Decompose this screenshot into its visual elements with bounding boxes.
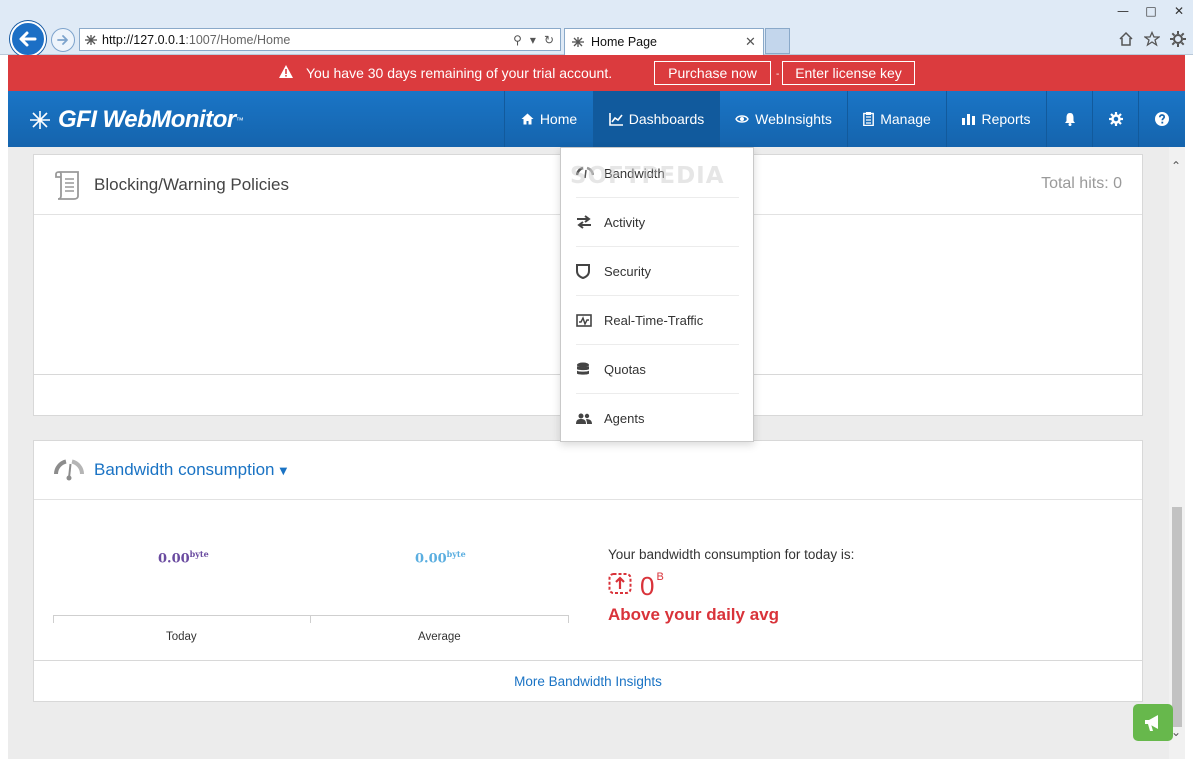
trial-banner: You have 30 days remaining of your trial… [8, 55, 1185, 91]
menu-item-activity[interactable]: Activity [576, 198, 739, 247]
total-hits: Total hits: 0 [1041, 175, 1122, 192]
caret-down-icon[interactable]: ▼ [280, 466, 288, 477]
arrow-right-icon [57, 35, 68, 45]
chart-tick [53, 615, 54, 623]
gauge-icon [54, 459, 84, 481]
nav-reports[interactable]: Reports [946, 91, 1046, 147]
database-icon [576, 362, 598, 377]
dashboards-dropdown-menu: Bandwidth Activity Security Real-Time-Tr… [560, 147, 754, 442]
favorites-star-icon[interactable] [1143, 30, 1161, 48]
enter-license-key-button[interactable]: Enter license key [782, 61, 915, 85]
chart-baseline [53, 615, 569, 616]
menu-item-security[interactable]: Security [576, 247, 739, 296]
bell-icon [1064, 113, 1075, 126]
nav-manage[interactable]: Manage [847, 91, 946, 147]
window-controls: — □ ✕ [1109, 0, 1193, 22]
eye-icon [735, 115, 749, 123]
back-button[interactable] [10, 21, 46, 57]
warning-icon [278, 64, 294, 82]
pulse-chart-icon [576, 313, 598, 327]
panel-header: Bandwidth consumption ▼ [34, 441, 1142, 500]
bandwidth-panel: Bandwidth consumption ▼ 0.00byte 0.00byt… [33, 440, 1143, 702]
browser-chrome: — □ ✕ http://127.0.0.1:1007/Home/Home ⚲ … [0, 0, 1193, 57]
feedback-button[interactable] [1133, 704, 1173, 741]
vertical-scrollbar[interactable]: ⌃ ⌄ [1169, 147, 1185, 759]
average-value: 0.00byte [415, 549, 466, 567]
softpedia-watermark: SOFTPEDIA [570, 163, 725, 189]
megaphone-icon [1145, 714, 1158, 731]
tab-favicon-icon [572, 37, 584, 47]
search-icon[interactable]: ⚲ [513, 33, 522, 47]
url-text[interactable]: http://127.0.0.1:1007/Home/Home [102, 33, 513, 47]
main-nav: Home Dashboards WebInsights Manage Repor… [504, 91, 1184, 147]
bandwidth-today-text: Your bandwidth consumption for today is: [608, 547, 855, 562]
dropdown-arrow-icon[interactable]: ▾ [530, 33, 536, 47]
today-label: Today [166, 631, 197, 643]
menu-item-real-time-traffic[interactable]: Real-Time-Traffic [576, 296, 739, 345]
scroll-up-icon[interactable]: ⌃ [1171, 159, 1181, 173]
shield-icon [576, 263, 598, 279]
gfi-webmonitor-logo[interactable]: GFI WebMonitor ™ [28, 106, 244, 134]
menu-item-agents[interactable]: Agents [576, 394, 739, 443]
close-icon[interactable]: ✕ [1165, 0, 1193, 22]
gear-icon [1108, 112, 1123, 126]
home-icon [521, 113, 534, 125]
trial-separator: - [776, 69, 780, 80]
refresh-icon[interactable]: ↻ [544, 33, 554, 47]
average-label: Average [418, 631, 461, 643]
bandwidth-link-text[interactable]: More Bandwidth Insights [514, 674, 662, 689]
tab-close-icon[interactable]: ✕ [745, 34, 763, 50]
app-header: GFI WebMonitor ™ Home Dashboards WebInsi… [8, 91, 1185, 147]
upload-arrow-icon [608, 573, 632, 594]
bandwidth-title[interactable]: Bandwidth consumption [94, 460, 275, 480]
scroll-document-icon [55, 170, 79, 200]
help-icon [1154, 112, 1169, 126]
clipboard-icon [863, 112, 875, 126]
nav-home[interactable]: Home [504, 91, 593, 147]
address-bar[interactable]: http://127.0.0.1:1007/Home/Home ⚲ ▾ ↻ [79, 28, 561, 51]
chart-tick [568, 615, 569, 623]
site-favicon-icon [80, 34, 102, 46]
today-value: 0.00byte [158, 549, 209, 567]
users-icon [576, 413, 598, 425]
nav-help[interactable] [1138, 91, 1184, 147]
tab-title: Home Page [591, 35, 658, 49]
bar-chart-icon [962, 114, 976, 125]
chart-tick [310, 615, 311, 623]
browser-tab[interactable]: Home Page ✕ [564, 28, 764, 55]
nav-webinsights[interactable]: WebInsights [719, 91, 847, 147]
trial-message: You have 30 days remaining of your trial… [306, 65, 613, 81]
arrow-left-icon [19, 31, 37, 47]
bandwidth-consumption-value: 0 B [608, 571, 664, 602]
nav-notifications[interactable] [1046, 91, 1092, 147]
home-icon[interactable] [1117, 30, 1135, 48]
settings-gear-icon[interactable] [1169, 30, 1187, 48]
new-tab-button[interactable] [765, 28, 790, 54]
arrows-exchange-icon [576, 215, 598, 229]
purchase-now-button[interactable]: Purchase now [654, 61, 771, 85]
scrollbar-thumb[interactable] [1172, 507, 1182, 727]
more-bandwidth-insights-link[interactable]: More Bandwidth Insights [34, 660, 1142, 701]
nav-settings[interactable] [1092, 91, 1138, 147]
minimize-icon[interactable]: — [1109, 0, 1137, 22]
menu-item-quotas[interactable]: Quotas [576, 345, 739, 394]
above-daily-avg: Above your daily avg [608, 605, 779, 624]
forward-button[interactable] [51, 28, 75, 52]
maximize-icon[interactable]: □ [1137, 0, 1165, 22]
nav-dashboards[interactable]: Dashboards [593, 91, 719, 147]
line-chart-icon [608, 112, 623, 126]
panel-title: Blocking/Warning Policies [94, 174, 289, 194]
logo-icon [30, 111, 50, 129]
